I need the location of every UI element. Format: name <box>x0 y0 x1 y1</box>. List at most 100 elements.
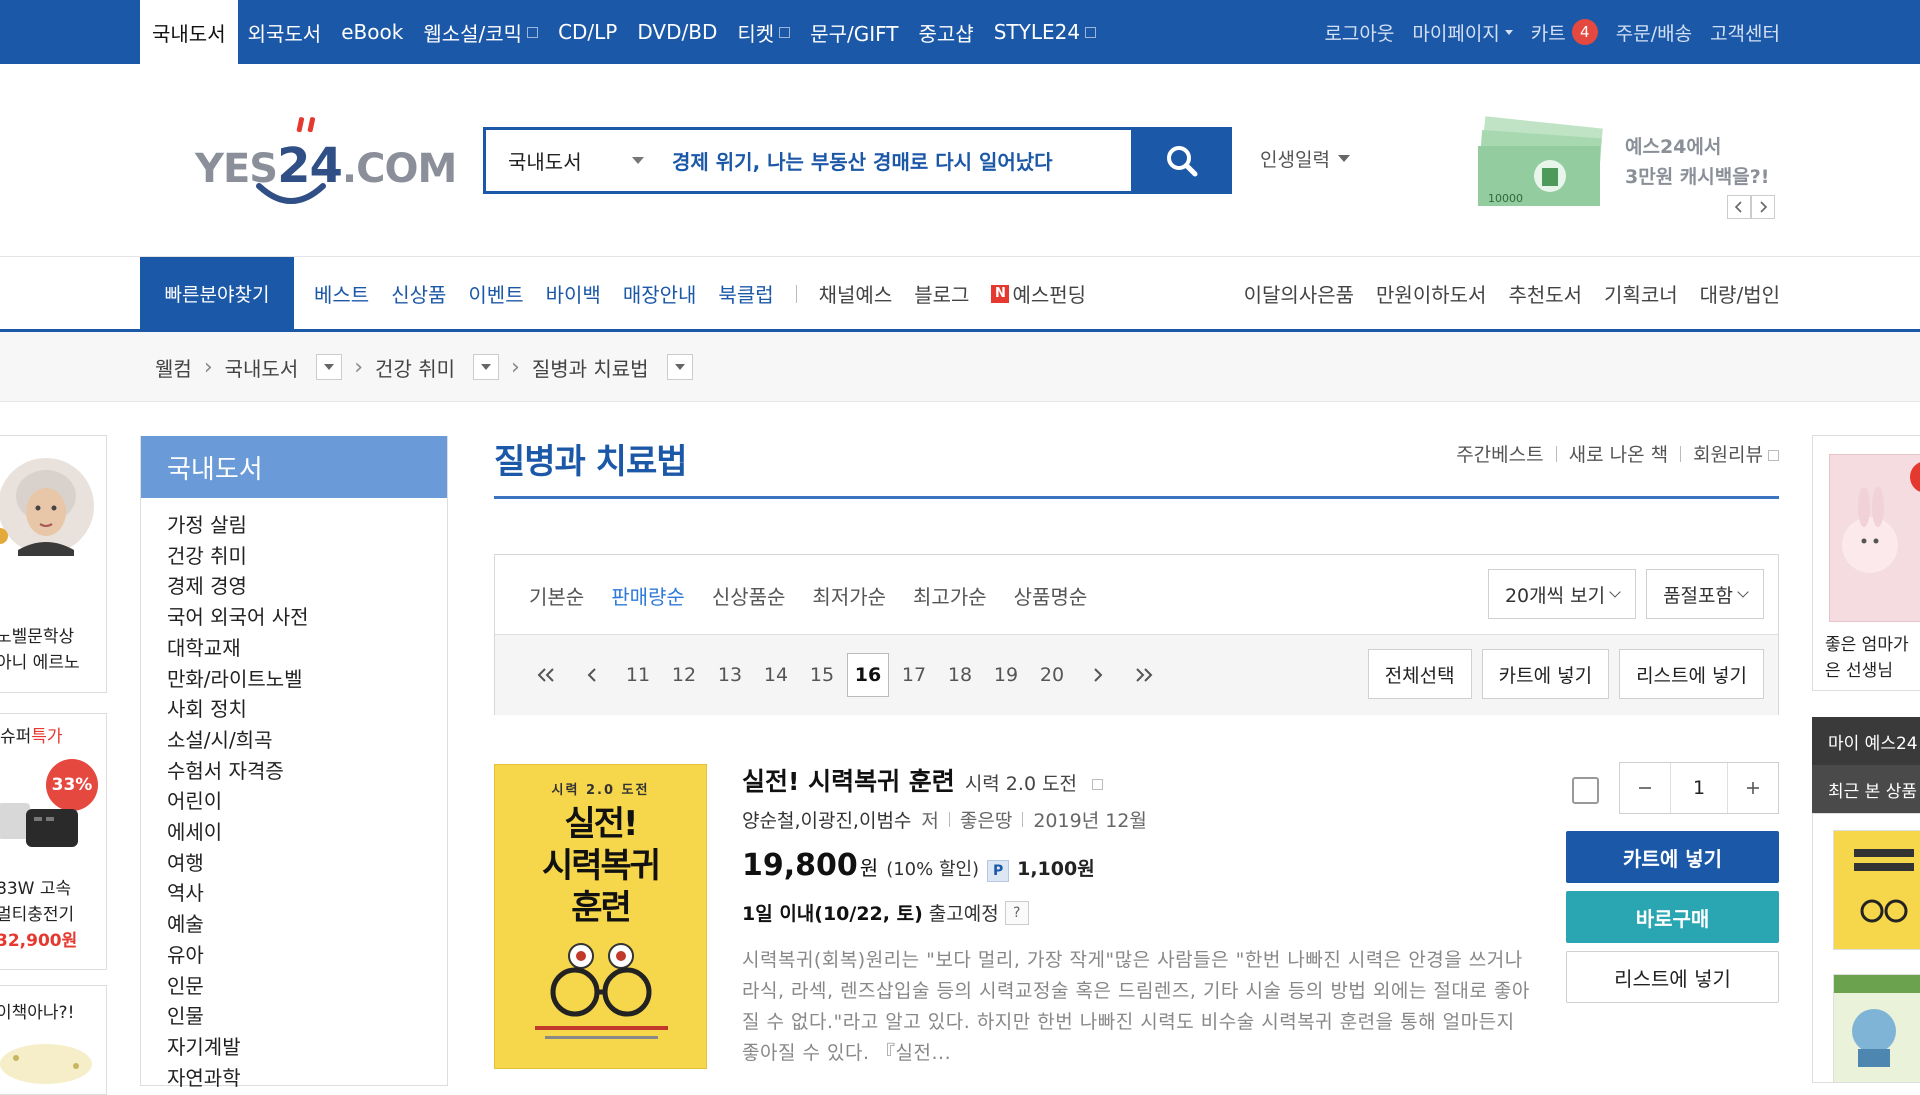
gnb-tab-ticket[interactable]: 티켓 <box>727 0 800 64</box>
per-page-select[interactable]: 20개씩 보기 <box>1487 569 1637 619</box>
page-link[interactable]: 12 <box>663 653 705 697</box>
nav-funding[interactable]: N 예스펀딩 <box>991 279 1086 308</box>
breadcrumb-dropdown-button[interactable] <box>473 354 500 380</box>
sidebar-item[interactable]: 인물 <box>167 1001 447 1032</box>
nav-best[interactable]: 베스트 <box>314 279 369 308</box>
search-button[interactable] <box>1131 127 1232 194</box>
sidebar-item[interactable]: 자연과학 <box>167 1063 447 1094</box>
gnb-tab-webnovel[interactable]: 웹소설/코믹 <box>413 0 548 64</box>
recent-item-thumbnail[interactable] <box>1833 830 1920 950</box>
nav-under-10000[interactable]: 만원이하도서 <box>1376 279 1486 308</box>
question-icon[interactable]: ? <box>1004 900 1029 925</box>
sort-highest-price[interactable]: 최고가순 <box>913 581 987 610</box>
nav-bulk-corporate[interactable]: 대량/법인 <box>1700 279 1780 308</box>
order-delivery-link[interactable]: 주문/배송 <box>1616 19 1692 46</box>
soldout-filter-select[interactable]: 품절포함 <box>1646 569 1764 619</box>
sidebar-item[interactable]: 에세이 <box>167 817 447 848</box>
bulk-add-list-button[interactable]: 리스트에 넣기 <box>1619 649 1764 699</box>
sidebar-item[interactable]: 유아 <box>167 940 447 971</box>
breadcrumb-health-hobby[interactable]: 건강 취미 <box>375 353 455 382</box>
sidebar-item[interactable]: 경제 경영 <box>167 571 447 602</box>
nav-blog[interactable]: 블로그 <box>914 279 969 308</box>
prev-page-button[interactable] <box>571 653 613 697</box>
product-description[interactable]: 시력복귀(회복)원리는 "보다 멀리, 가장 작게"많은 사람들은 "한번 나빠… <box>742 945 1532 1069</box>
sidebar-item[interactable]: 자기계발 <box>167 1032 447 1063</box>
sort-default[interactable]: 기본순 <box>529 581 584 610</box>
gnb-tab-style24[interactable]: STYLE24 <box>984 0 1106 64</box>
search-category-select[interactable]: 국내도서 <box>486 146 664 175</box>
customer-center-link[interactable]: 고객센터 <box>1710 19 1780 46</box>
page-link[interactable]: 15 <box>801 653 843 697</box>
logout-link[interactable]: 로그아웃 <box>1324 19 1394 46</box>
gnb-tab-used-shop[interactable]: 중고샵 <box>909 0 984 64</box>
left-banner-super-deal[interactable]: 슈퍼특가 33% 83W 고속 멀티충전기 32,900원 <box>0 713 107 970</box>
breadcrumb-home[interactable]: 웰컴 <box>155 353 192 382</box>
sidebar-title[interactable]: 국내도서 <box>141 436 447 498</box>
quantity-value[interactable]: 1 <box>1670 763 1728 813</box>
page-link[interactable]: 18 <box>939 653 981 697</box>
next-page-button[interactable] <box>1077 653 1119 697</box>
nav-special-corner[interactable]: 기획코너 <box>1604 279 1678 308</box>
first-page-button[interactable] <box>525 653 567 697</box>
left-banner-quiz[interactable]: 이책아나?! <box>0 985 107 1095</box>
member-review-link[interactable]: 회원리뷰 <box>1693 440 1779 467</box>
life-calendar-dropdown[interactable]: 인생일력 <box>1260 145 1350 172</box>
quantity-increase-button[interactable] <box>1728 763 1778 813</box>
sidebar-item[interactable]: 수험서 자격증 <box>167 756 447 787</box>
search-input[interactable] <box>664 148 1134 173</box>
breadcrumb-domestic[interactable]: 국내도서 <box>225 353 299 382</box>
last-page-button[interactable] <box>1123 653 1165 697</box>
sidebar-item[interactable]: 어린이 <box>167 786 447 817</box>
right-banner-book[interactable]: 좋은 엄마가 은 선생님 <box>1812 435 1920 691</box>
gnb-tab-ebook[interactable]: eBook <box>331 0 413 64</box>
gnb-tab-domestic-books[interactable]: 국내도서 <box>140 0 238 64</box>
gnb-tab-cd-lp[interactable]: CD/LP <box>548 0 627 64</box>
promo-prev-button[interactable] <box>1727 195 1751 219</box>
quantity-decrease-button[interactable] <box>1620 763 1670 813</box>
recent-items-header[interactable]: 최근 본 상품 <box>1812 765 1920 813</box>
nav-event[interactable]: 이벤트 <box>468 279 523 308</box>
mypage-link[interactable]: 마이페이지 <box>1412 19 1513 46</box>
sort-newest[interactable]: 신상품순 <box>712 581 786 610</box>
sidebar-item[interactable]: 인문 <box>167 971 447 1002</box>
sidebar-item[interactable]: 국어 외국어 사전 <box>167 602 447 633</box>
sidebar-item[interactable]: 소설/시/희곡 <box>167 725 447 756</box>
select-all-button[interactable]: 전체선택 <box>1367 649 1472 699</box>
current-page[interactable]: 16 <box>847 653 889 697</box>
sidebar-item[interactable]: 대학교재 <box>167 633 447 664</box>
breadcrumb-disease-treatment[interactable]: 질병과 치료법 <box>532 353 649 382</box>
product-authors[interactable]: 양순철,이광진,이범수 <box>742 806 911 833</box>
promo-text[interactable]: 예스24에서 3만원 캐시백을?! <box>1625 132 1769 192</box>
cash-bills-image[interactable]: 10000 <box>1478 112 1608 212</box>
bulk-add-cart-button[interactable]: 카트에 넣기 <box>1481 649 1610 699</box>
page-link[interactable]: 13 <box>709 653 751 697</box>
nav-monthly-gift[interactable]: 이달의사은품 <box>1244 279 1354 308</box>
nav-buyback[interactable]: 바이백 <box>546 279 601 308</box>
nav-bookclub[interactable]: 북클럽 <box>718 279 773 308</box>
sidebar-item[interactable]: 건강 취미 <box>167 541 447 572</box>
breadcrumb-dropdown-button[interactable] <box>316 354 343 380</box>
book-cover-image[interactable]: 시력 2.0 도전 실전! 시력복귀 훈련 <box>494 764 707 1069</box>
page-link[interactable]: 14 <box>755 653 797 697</box>
gnb-tab-gift[interactable]: 문구/GIFT <box>800 0 908 64</box>
sidebar-item[interactable]: 여행 <box>167 848 447 879</box>
sidebar-item[interactable]: 예술 <box>167 909 447 940</box>
quick-category-button[interactable]: 빠른분야찾기 <box>140 257 294 330</box>
product-title[interactable]: 실전! 시력복귀 훈련 시력 2.0 도전 <box>742 762 1104 798</box>
gnb-tab-dvd-bd[interactable]: DVD/BD <box>627 0 727 64</box>
product-select-checkbox[interactable] <box>1572 777 1599 804</box>
nav-new[interactable]: 신상품 <box>391 279 446 308</box>
product-publisher[interactable]: 좋은땅 <box>960 806 1012 833</box>
add-to-cart-button[interactable]: 카트에 넣기 <box>1566 831 1779 883</box>
nav-recommended[interactable]: 추천도서 <box>1508 279 1582 308</box>
page-link[interactable]: 11 <box>617 653 659 697</box>
new-books-link[interactable]: 새로 나온 책 <box>1569 440 1668 467</box>
sort-sales[interactable]: 판매량순 <box>611 581 685 610</box>
new-window-icon[interactable] <box>1092 779 1104 790</box>
yes24-logo[interactable]: YES24.COM <box>195 112 457 204</box>
left-banner-nobel[interactable]: 노벨문학상 아니 에르노 <box>0 435 107 693</box>
sort-lowest-price[interactable]: 최저가순 <box>812 581 886 610</box>
sidebar-item[interactable]: 가정 살림 <box>167 510 447 541</box>
nav-channel-yes[interactable]: 채널예스 <box>819 279 893 308</box>
promo-next-button[interactable] <box>1751 195 1775 219</box>
